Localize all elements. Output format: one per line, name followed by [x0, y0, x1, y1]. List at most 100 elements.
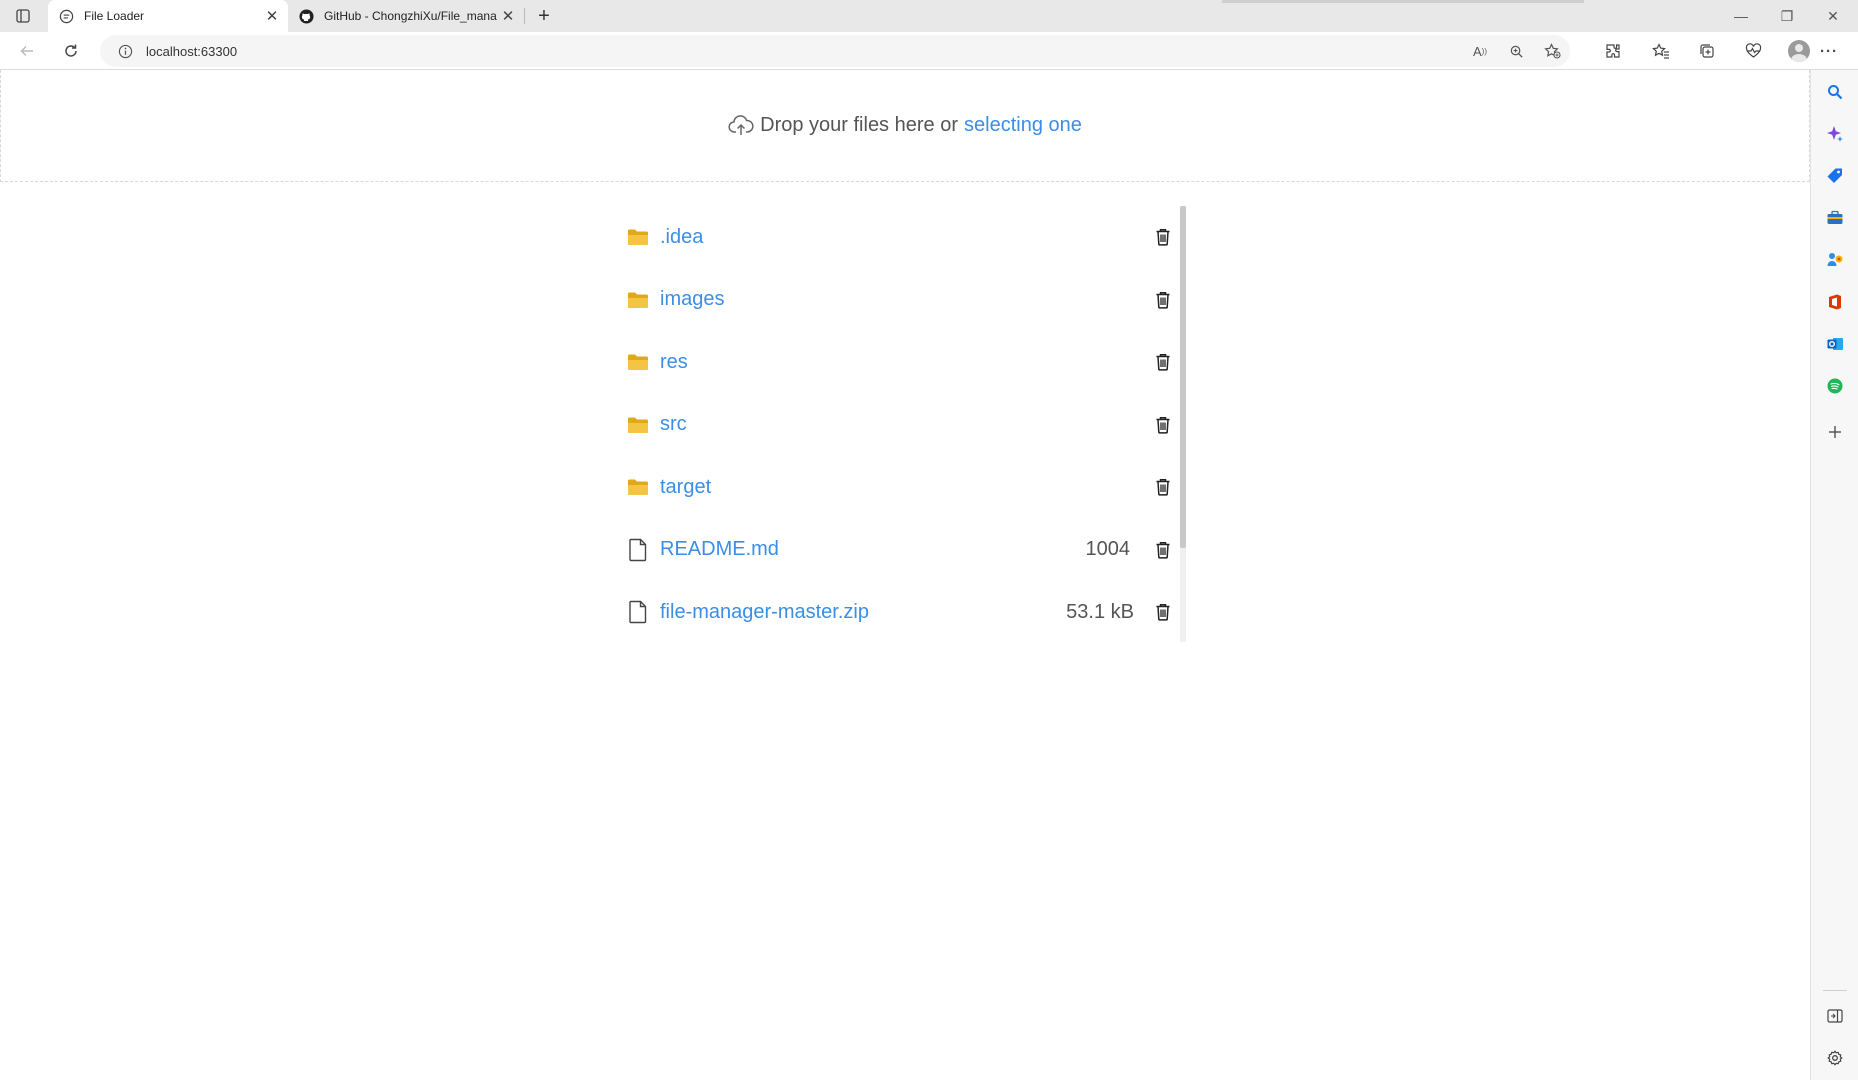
folder-icon [626, 413, 650, 437]
hide-sidebar-icon [1827, 1009, 1843, 1023]
favorites-button[interactable] [1644, 37, 1678, 65]
minimize-icon: — [1734, 8, 1748, 24]
folder-icon [626, 225, 650, 249]
collections-icon [1700, 44, 1714, 58]
tab-separator [524, 8, 525, 24]
restore-icon: ❐ [1780, 7, 1794, 24]
folder-row[interactable]: src [622, 394, 1178, 456]
office-icon [1829, 294, 1841, 310]
file-drop-zone[interactable]: Drop your files here or selecting one [0, 70, 1810, 182]
file-name-link[interactable]: src [660, 413, 1014, 436]
trash-icon[interactable] [1152, 538, 1174, 562]
spotify-icon [1827, 378, 1843, 394]
extensions-button[interactable] [1596, 37, 1630, 65]
copilot-icon [1827, 126, 1843, 142]
tab-actions-icon [16, 9, 30, 23]
favorite-add-icon[interactable] [1534, 37, 1570, 65]
close-icon: ✕ [1827, 7, 1839, 24]
close-tab-icon[interactable]: ✕ [498, 6, 518, 26]
file-icon [626, 538, 650, 562]
back-button[interactable] [12, 37, 42, 65]
sidebar-office-button[interactable] [1823, 290, 1847, 314]
trash-icon[interactable] [1152, 288, 1174, 312]
games-icon [1827, 253, 1843, 266]
sidebar-shopping-button[interactable] [1823, 164, 1847, 188]
read-aloud-icon[interactable]: A)) [1462, 37, 1498, 65]
file-size: 53.1 kB [1066, 600, 1134, 623]
window-drag-indicator [1222, 0, 1584, 3]
folder-icon [626, 288, 650, 312]
file-icon [626, 600, 650, 624]
sidebar-hide-button[interactable] [1823, 1004, 1847, 1028]
file-name-link[interactable]: file-manager-master.zip [660, 601, 1014, 624]
add-icon [1829, 426, 1841, 438]
folder-icon [626, 350, 650, 374]
trash-icon[interactable] [1152, 225, 1174, 249]
folder-icon [626, 475, 650, 499]
tools-icon [1827, 210, 1843, 224]
sidebar-settings-button[interactable] [1823, 1046, 1847, 1070]
new-tab-button[interactable]: + [532, 5, 556, 27]
tab-github[interactable]: GitHub - ChongzhiXu/File_mana ✕ [288, 0, 524, 32]
more-icon: ··· [1820, 42, 1838, 60]
shopping-icon [1827, 168, 1842, 183]
cloud-upload-icon [728, 114, 754, 137]
file-name-link[interactable]: res [660, 351, 1014, 374]
sidebar-add-button[interactable] [1823, 420, 1847, 444]
folder-row[interactable]: target [622, 456, 1178, 518]
minimize-button[interactable]: — [1718, 0, 1764, 32]
select-files-link[interactable]: selecting one [964, 114, 1082, 137]
address-toolbar: localhost:63300 A)) ··· [0, 32, 1858, 70]
refresh-button[interactable] [56, 37, 86, 65]
file-name-link[interactable]: README.md [660, 538, 1010, 561]
file-name-link[interactable]: target [660, 476, 1014, 499]
trash-icon[interactable] [1152, 600, 1174, 624]
file-list-scrollbar-thumb[interactable] [1180, 206, 1186, 548]
outlook-icon [1827, 338, 1843, 350]
favorites-icon [1652, 43, 1669, 59]
sidebar-divider [1823, 990, 1847, 991]
sidebar-search-button[interactable] [1823, 80, 1847, 104]
more-menu-button[interactable]: ··· [1812, 37, 1846, 65]
drop-zone-text: Drop your files here or [760, 114, 958, 136]
refresh-icon [65, 44, 77, 57]
trash-icon[interactable] [1152, 413, 1174, 437]
file-name-link[interactable]: images [660, 288, 1014, 311]
close-tab-icon[interactable]: ✕ [262, 6, 282, 26]
browser-sidebar [1810, 70, 1858, 1080]
tab-file-loader[interactable]: File Loader ✕ [48, 0, 288, 32]
url-bar[interactable]: localhost:63300 A)) [100, 35, 1570, 67]
zoom-icon[interactable] [1498, 37, 1534, 65]
extensions-icon [1606, 44, 1620, 58]
folder-row[interactable]: images [622, 269, 1178, 331]
site-info-icon[interactable] [116, 42, 134, 60]
collections-button[interactable] [1690, 37, 1724, 65]
folder-row[interactable]: res [622, 331, 1178, 393]
browser-essentials-button[interactable] [1736, 37, 1770, 65]
back-arrow-icon [20, 45, 33, 57]
close-window-button[interactable]: ✕ [1810, 0, 1856, 32]
trash-icon[interactable] [1152, 350, 1174, 374]
url-text[interactable]: localhost:63300 [146, 44, 1462, 59]
file-list: .idea images res src target README.md 1004 file… [622, 206, 1186, 642]
sidebar-copilot-button[interactable] [1823, 122, 1847, 146]
trash-icon[interactable] [1152, 475, 1174, 499]
file-name-link[interactable]: .idea [660, 226, 1014, 249]
folder-row[interactable]: .idea [622, 206, 1178, 268]
settings-icon [1827, 1050, 1843, 1066]
profile-button[interactable] [1782, 37, 1816, 65]
read-aloud-glyph: A [1473, 43, 1482, 59]
tab-actions-button[interactable] [12, 6, 34, 26]
sidebar-outlook-button[interactable] [1823, 332, 1847, 356]
sidebar-games-button[interactable] [1823, 248, 1847, 272]
chat-page-icon [58, 8, 74, 24]
search-icon [1828, 85, 1843, 100]
file-row[interactable]: file-manager-master.zip 53.1 kB [622, 581, 1178, 643]
sidebar-tools-button[interactable] [1823, 206, 1847, 230]
profile-icon [1788, 40, 1810, 62]
sidebar-spotify-button[interactable] [1823, 374, 1847, 398]
tab-bar: File Loader ✕ GitHub - ChongzhiXu/File_m… [0, 0, 1858, 32]
file-size: 1004 [1085, 538, 1131, 560]
restore-button[interactable]: ❐ [1764, 0, 1810, 32]
file-row[interactable]: README.md 1004 [622, 519, 1178, 581]
